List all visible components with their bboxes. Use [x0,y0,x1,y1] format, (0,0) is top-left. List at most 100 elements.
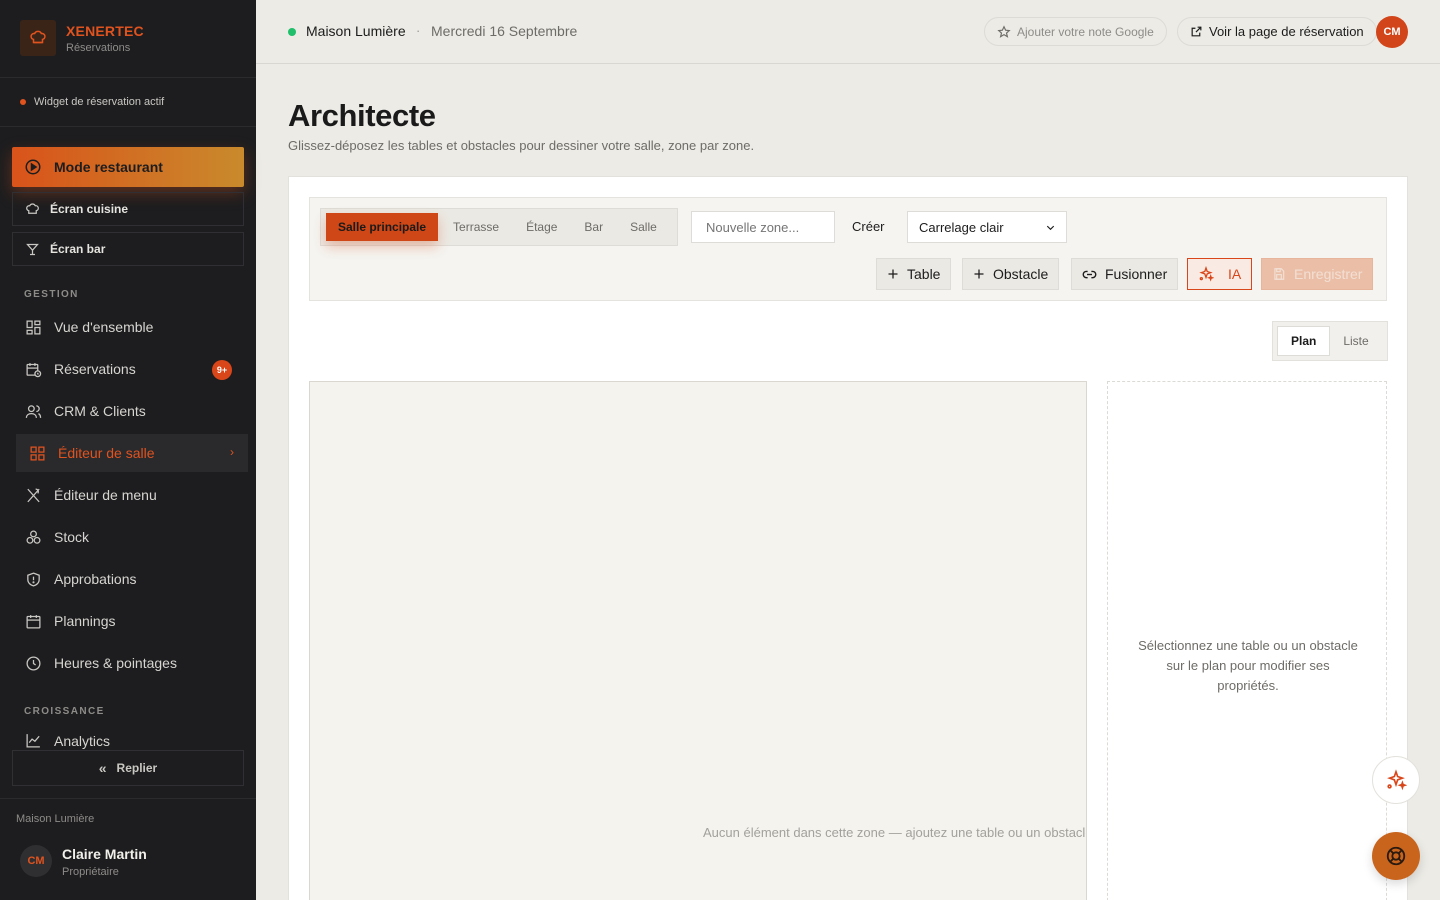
shield-icon [24,570,42,588]
save-button[interactable]: Enregistrer [1261,258,1374,290]
calendar-clock-icon [24,360,42,378]
sidebar-item-analytics[interactable]: Analytics [16,725,248,749]
editor-toolbar: Salle principale Terrasse Étage Bar Sall… [309,197,1387,301]
save-label: Enregistrer [1294,266,1363,282]
booking-page-label: Voir la page de réservation [1209,24,1364,39]
page-subtitle: Glissez-déposez les tables et obstacles … [288,138,755,153]
lifebuoy-icon [1385,845,1407,867]
save-icon [1272,267,1286,281]
status-dot-icon [20,99,26,105]
grid-icon [28,444,46,462]
chevron-right-icon: › [230,445,234,459]
sidebar-item-hours[interactable]: Heures & pointages [16,644,248,682]
tab-salle-principale[interactable]: Salle principale [326,213,439,241]
floor-type-select[interactable]: Carrelage clair [907,211,1067,243]
tab-terrasse[interactable]: Terrasse [441,213,511,241]
boxes-icon [24,528,42,546]
sparkles-icon [1385,769,1407,791]
user-avatar[interactable]: CM [20,845,52,877]
plus-icon [887,268,899,280]
separator: · [416,23,421,38]
sidebar-item-approvals[interactable]: Approbations [16,560,248,598]
sidebar-item-label: Stock [54,529,90,545]
link-icon [1082,267,1097,282]
footer-org-name: Maison Lumière [16,813,95,825]
tab-etage[interactable]: Étage [514,213,569,241]
sidebar-item-plannings[interactable]: Plannings [16,602,248,640]
mode-restaurant-button[interactable]: Mode restaurant [12,147,244,187]
add-table-button[interactable]: Table [876,258,952,290]
properties-panel: Sélectionnez une table ou un obstacle su… [1107,381,1387,900]
kitchen-screen-link[interactable]: Écran cuisine [12,192,244,226]
section-croissance: CROISSANCE [24,706,105,717]
view-plan-button[interactable]: Plan [1277,326,1331,356]
help-fab[interactable] [1372,832,1420,880]
sidebar-item-label: Heures & pointages [54,655,177,671]
restaurant-name: Maison Lumière [306,23,406,39]
sidebar-footer: Maison Lumière CM Claire Martin Propriét… [0,798,256,900]
reservations-count-badge: 9+ [212,360,232,380]
brand-subtitle: Réservations [66,42,131,54]
sidebar-item-menu-editor[interactable]: Éditeur de menu [16,476,248,514]
sidebar-item-label: Analytics [54,733,111,749]
cocktail-glass-icon [25,242,40,257]
utensils-icon [24,486,42,504]
floor-type-value: Carrelage clair [919,219,1004,235]
ai-label: IA [1228,266,1242,282]
properties-empty-message: Sélectionnez une table ou un obstacle su… [1138,638,1358,693]
section-gestion: GESTION [24,289,79,300]
tab-bar[interactable]: Bar [572,213,615,241]
sidebar-item-label: Approbations [54,571,137,587]
external-link-icon [1190,25,1203,38]
play-circle-icon [24,158,42,176]
current-date: Mercredi 16 Septembre [431,23,578,39]
collapse-sidebar-button[interactable]: « Replier [12,750,244,786]
sidebar-item-stock[interactable]: Stock [16,518,248,556]
brand-header: XENERTEC Réservations [0,0,256,78]
sidebar-item-room-editor[interactable]: Éditeur de salle › [16,434,248,472]
bar-screen-label: Écran bar [50,242,106,256]
sparkles-icon [1198,266,1214,282]
add-table-label: Table [907,266,941,282]
room-editor-card: Salle principale Terrasse Étage Bar Sall… [288,176,1408,900]
mode-restaurant-label: Mode restaurant [54,159,163,175]
ai-assist-button[interactable]: IA [1187,258,1253,290]
bar-screen-link[interactable]: Écran bar [12,232,244,266]
clock-icon [24,654,42,672]
kitchen-screen-label: Écran cuisine [50,202,129,216]
merge-button[interactable]: Fusionner [1071,258,1179,290]
create-zone-button[interactable]: Créer [852,219,885,234]
user-name: Claire Martin [62,846,147,862]
add-obstacle-button[interactable]: Obstacle [962,258,1060,290]
users-icon [24,402,42,420]
widget-status-text: Widget de réservation actif [34,96,165,108]
widget-status: Widget de réservation actif [0,78,256,127]
sidebar: XENERTEC Réservations Widget de réservat… [0,0,256,900]
plus-icon [973,268,985,280]
collapse-label: Replier [116,761,158,775]
calendar-icon [24,612,42,630]
tab-salle[interactable]: Salle [618,213,669,241]
chevrons-left-icon: « [98,760,107,776]
sidebar-item-overview[interactable]: Vue d'ensemble [16,308,248,346]
ai-assistant-fab[interactable] [1372,756,1420,804]
booking-page-button[interactable]: Voir la page de réservation [1177,17,1377,46]
dashboard-icon [24,318,42,336]
star-icon [997,24,1011,39]
google-review-button[interactable]: Ajouter votre note Google [984,17,1167,46]
user-avatar-top[interactable]: CM [1376,16,1408,48]
floor-plan-canvas[interactable]: Aucun élément dans cette zone — ajoutez … [309,381,1087,900]
merge-label: Fusionner [1105,266,1168,282]
sidebar-item-crm[interactable]: CRM & Clients [16,392,248,430]
add-obstacle-label: Obstacle [993,266,1049,282]
sidebar-item-label: Vue d'ensemble [54,319,154,335]
view-list-button[interactable]: Liste [1330,326,1381,356]
sidebar-item-reservations[interactable]: Réservations 9+ [16,350,248,388]
canvas-empty-message: Aucun élément dans cette zone — ajoutez … [703,825,1086,840]
new-zone-input[interactable] [691,211,835,243]
view-toggle: Plan Liste [1272,321,1388,361]
page-title: Architecte [288,98,436,133]
sidebar-item-label: CRM & Clients [54,403,146,419]
zone-tabs: Salle principale Terrasse Étage Bar Sall… [320,208,678,246]
topbar: Maison Lumière · Mercredi 16 Septembre A… [256,0,1440,64]
